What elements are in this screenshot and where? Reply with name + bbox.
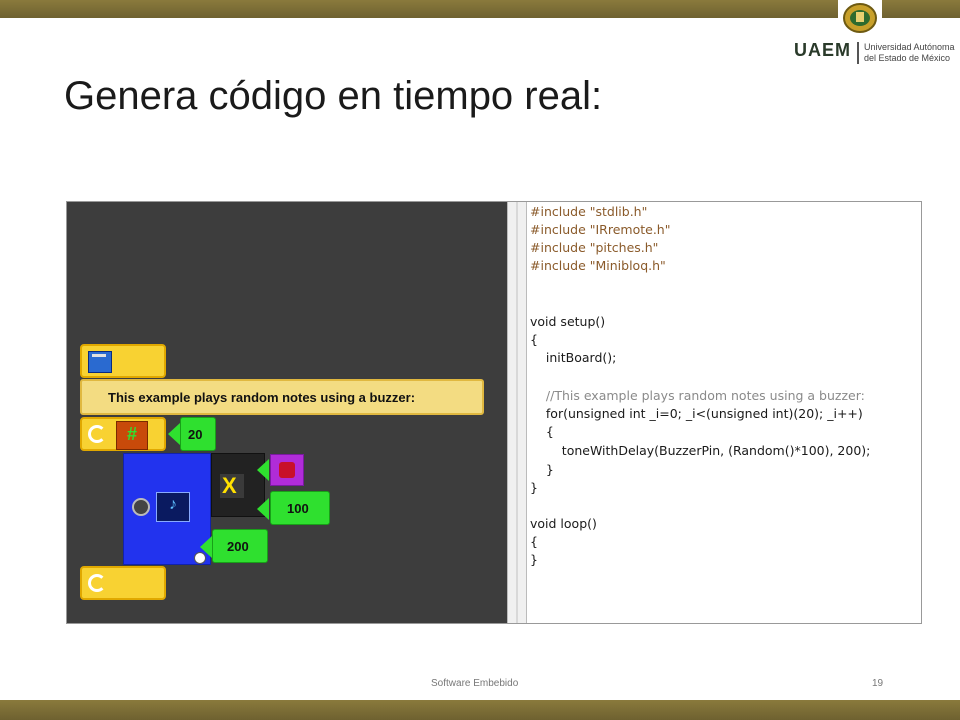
board-icon (88, 351, 112, 373)
code-line: initBoard(); (530, 350, 617, 365)
code-line: toneWithDelay(BuzzerPin, (Random()*100),… (530, 443, 871, 458)
pane-splitter[interactable] (507, 202, 527, 623)
delay-value-block[interactable]: 200 (212, 529, 268, 563)
code-line: } (530, 552, 538, 567)
code-line: #include "Minibloq.h" (530, 258, 666, 273)
code-line: #include "IRremote.h" (530, 222, 671, 237)
loop-icon (88, 425, 106, 443)
code-line: { (530, 424, 554, 439)
code-line: #include "pitches.h" (530, 240, 659, 255)
delay-value: 200 (227, 539, 249, 554)
comment-block[interactable]: This example plays random notes using a … (80, 379, 484, 415)
code-line: #include "stdlib.h" (530, 204, 648, 219)
slide-title: Genera código en tiempo real: (64, 74, 603, 118)
uaem-logo: UAEM Universidad Autónoma del Estado de … (790, 0, 960, 70)
loop-block[interactable] (80, 566, 166, 600)
delay-connector (200, 536, 212, 558)
multiply-value-block[interactable]: 100 (270, 491, 330, 525)
code-line: //This example plays random notes using … (530, 388, 865, 403)
repeat-block[interactable]: # (80, 417, 166, 451)
logo-acronym: UAEM (794, 40, 851, 60)
code-editor-pane[interactable]: #include "stdlib.h" #include "IRremote.h… (527, 202, 921, 623)
multiply-value: 100 (287, 501, 309, 516)
code-line: { (530, 332, 538, 347)
dice-icon (279, 462, 295, 478)
code-line: for(unsigned int _i=0; _i<(unsigned int)… (530, 406, 863, 421)
crest-icon (838, 0, 882, 40)
multiply-value-connector (257, 498, 269, 520)
bottom-decorative-bar (0, 700, 960, 720)
comment-text: This example plays random notes using a … (108, 390, 416, 405)
repeat-count-block[interactable]: 20 (180, 417, 216, 451)
random-connector (257, 459, 269, 481)
random-block[interactable] (270, 454, 304, 486)
speaker-icon (132, 498, 150, 516)
hash-symbol: # (126, 424, 137, 444)
code-line: void setup() (530, 314, 606, 329)
multiply-symbol: X (222, 473, 237, 498)
logo-separator (857, 42, 859, 64)
note-icon: ♪ (156, 492, 190, 522)
hash-icon: # (116, 421, 148, 450)
loop-icon (88, 574, 106, 592)
embedded-screenshot: This example plays random notes using a … (66, 201, 922, 624)
code-line: } (530, 480, 538, 495)
code-line: } (530, 462, 554, 477)
multiply-icon: X (220, 473, 244, 498)
page-number: 19 (872, 678, 884, 689)
logo-line-2: del Estado de México (864, 53, 951, 63)
repeat-count-connector (168, 423, 180, 445)
code-line: void loop() (530, 516, 597, 531)
tone-block[interactable]: ♪ (123, 453, 211, 565)
logo-line-1: Universidad Autónoma (864, 42, 955, 52)
block-editor-pane: This example plays random notes using a … (67, 202, 507, 623)
slide-footer: Software Embebido (431, 678, 519, 689)
code-line: { (530, 534, 538, 549)
start-block[interactable] (80, 344, 166, 378)
repeat-count-value: 20 (188, 427, 203, 442)
